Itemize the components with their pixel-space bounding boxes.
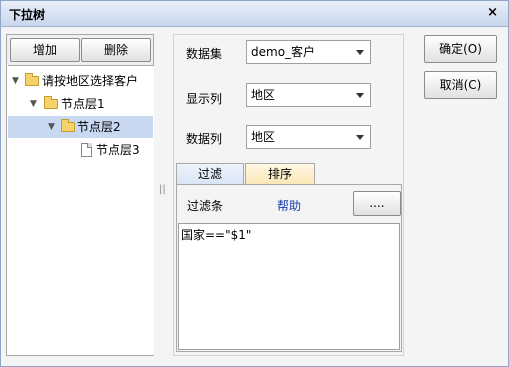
- data-column-select[interactable]: 地区: [246, 125, 371, 149]
- dataset-value: demo_客户: [251, 45, 316, 59]
- expand-arrow-icon[interactable]: ▼: [12, 70, 19, 92]
- filter-tab-content: 过滤条 帮助 .... 国家=="$1": [176, 184, 402, 352]
- cancel-button[interactable]: 取消(C): [424, 71, 497, 99]
- filter-condition-label: 过滤条: [187, 199, 224, 213]
- folder-icon: [25, 73, 39, 86]
- tree-node-label: 节点层2: [77, 120, 121, 134]
- ok-button[interactable]: 确定(O): [424, 35, 497, 63]
- display-column-label: 显示列: [186, 92, 223, 106]
- delete-button[interactable]: 删除: [81, 38, 151, 62]
- dropdown-tree-dialog: 下拉树 × 增加 删除 ▼ 请按地区选择客户 ▼ 节点层1 ▼ 节点层2 节点层…: [0, 0, 509, 367]
- tree-node-label: 节点层1: [61, 97, 105, 111]
- add-button[interactable]: 增加: [10, 38, 80, 62]
- dataset-select[interactable]: demo_客户: [246, 40, 371, 64]
- folder-icon: [61, 119, 75, 132]
- data-column-value: 地区: [251, 130, 276, 144]
- tab-filter[interactable]: 过滤: [176, 163, 244, 185]
- data-column-label: 数据列: [186, 132, 223, 146]
- display-column-select[interactable]: 地区: [246, 83, 371, 107]
- display-column-value: 地区: [251, 88, 276, 102]
- expand-arrow-icon[interactable]: ▼: [48, 116, 55, 138]
- document-icon: [81, 143, 92, 157]
- dialog-title: 下拉树: [9, 8, 46, 22]
- tree-panel: 增加 删除 ▼ 请按地区选择客户 ▼ 节点层1 ▼ 节点层2 节点层3: [6, 34, 154, 356]
- ellipsis-button[interactable]: ....: [353, 191, 401, 216]
- folder-icon: [44, 96, 58, 109]
- settings-panel: 数据集 demo_客户 显示列 地区 数据列 地区 过滤 排序 过滤条 帮助 .…: [173, 34, 404, 356]
- tree-node-label: 节点层3: [96, 143, 140, 157]
- tree-view: ▼ 请按地区选择客户 ▼ 节点层1 ▼ 节点层2 节点层3: [8, 65, 154, 355]
- tree-node-label: 请按地区选择客户: [42, 74, 139, 88]
- tree-toolbar: 增加 删除: [7, 35, 153, 65]
- expand-arrow-icon[interactable]: ▼: [30, 93, 37, 115]
- chevron-down-icon: [356, 135, 364, 140]
- chevron-down-icon: [356, 93, 364, 98]
- help-link[interactable]: 帮助: [277, 197, 301, 214]
- tab-sort[interactable]: 排序: [245, 163, 315, 185]
- filter-expression-textarea[interactable]: 国家=="$1": [178, 223, 400, 350]
- tree-node-level2[interactable]: ▼ 节点层2: [8, 116, 153, 138]
- close-icon[interactable]: ×: [487, 5, 498, 20]
- dataset-label: 数据集: [186, 47, 223, 61]
- title-bar: 下拉树 ×: [1, 1, 508, 27]
- chevron-down-icon: [356, 50, 364, 55]
- splitter-handle[interactable]: ||: [159, 184, 166, 195]
